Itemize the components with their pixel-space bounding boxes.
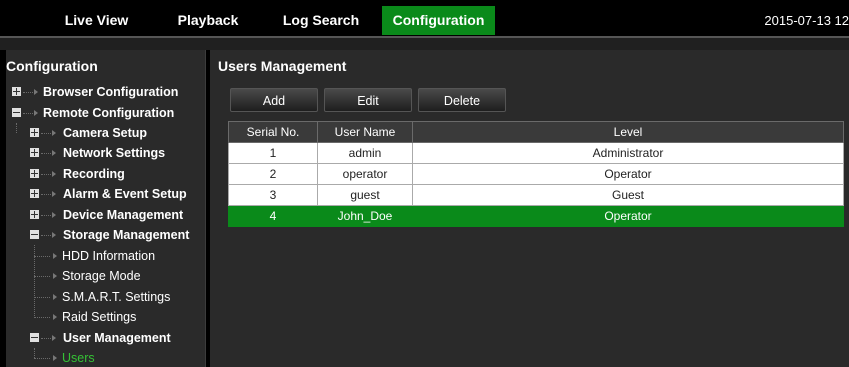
arrow-icon — [34, 110, 38, 116]
top-nav-bar: Live View Playback Log Search Configurat… — [0, 0, 849, 38]
column-header-serial[interactable]: Serial No. — [228, 121, 318, 143]
expand-icon[interactable] — [30, 189, 39, 198]
sidebar-item-label: Camera Setup — [63, 126, 148, 140]
tab-configuration[interactable]: Configuration — [382, 6, 495, 35]
level-cell: Operator — [412, 163, 844, 185]
sidebar-item-label: Raid Settings — [62, 310, 137, 324]
table-row-selected[interactable]: 4 John_Doe Operator — [228, 205, 844, 227]
add-button[interactable]: Add — [230, 88, 318, 112]
arrow-icon — [52, 335, 56, 341]
user-name-cell: operator — [317, 163, 413, 185]
collapse-icon[interactable] — [30, 333, 39, 342]
arrow-icon — [52, 171, 56, 177]
arrow-icon — [53, 273, 57, 279]
page-title: Users Management — [218, 58, 347, 74]
sidebar-item-label: Storage Management — [63, 228, 190, 242]
user-name-cell: guest — [317, 184, 413, 206]
serial-cell: 2 — [228, 163, 318, 185]
level-cell: Administrator — [412, 142, 844, 164]
arrow-icon — [53, 355, 57, 361]
sidebar-item-label: Browser Configuration — [43, 85, 179, 99]
expand-icon[interactable] — [30, 128, 39, 137]
level-cell: Guest — [412, 184, 844, 206]
users-table: Serial No. User Name Level 1 admin Admin… — [228, 121, 844, 227]
sidebar-item-label: Recording — [63, 167, 125, 181]
arrow-icon — [53, 253, 57, 259]
serial-cell: 4 — [228, 205, 318, 227]
expand-icon[interactable] — [12, 87, 21, 96]
datetime-display: 2015-07-13 12 — [764, 13, 849, 28]
column-header-level[interactable]: Level — [412, 121, 844, 143]
delete-button[interactable]: Delete — [418, 88, 506, 112]
arrow-icon — [53, 314, 57, 320]
serial-cell: 3 — [228, 184, 318, 206]
sidebar-item-label: Users — [62, 351, 95, 365]
sidebar-item-label: Network Settings — [63, 146, 166, 160]
collapse-icon[interactable] — [30, 230, 39, 239]
sidebar-item-label: Remote Configuration — [43, 106, 175, 120]
arrow-icon — [52, 232, 56, 238]
tab-live-view[interactable]: Live View — [40, 6, 153, 35]
table-row[interactable]: 2 operator Operator — [228, 163, 844, 185]
sidebar-item-label: S.M.A.R.T. Settings — [62, 290, 171, 304]
sidebar-item-label: Storage Mode — [62, 269, 141, 283]
tab-log-search[interactable]: Log Search — [272, 6, 370, 35]
arrow-icon — [52, 150, 56, 156]
collapse-icon[interactable] — [12, 108, 21, 117]
edit-button[interactable]: Edit — [324, 88, 412, 112]
tab-playback[interactable]: Playback — [168, 6, 248, 35]
sidebar-item-label: User Management — [63, 331, 171, 345]
arrow-icon — [52, 191, 56, 197]
arrow-icon — [52, 212, 56, 218]
expand-icon[interactable] — [30, 210, 39, 219]
level-cell: Operator — [412, 205, 844, 227]
sidebar-item-label: HDD Information — [62, 249, 156, 263]
arrow-icon — [53, 294, 57, 300]
table-row[interactable]: 1 admin Administrator — [228, 142, 844, 164]
tree-connector — [34, 348, 35, 358]
tree-connector — [16, 123, 17, 133]
expand-icon[interactable] — [30, 169, 39, 178]
sidebar-title: Configuration — [6, 58, 98, 74]
expand-icon[interactable] — [30, 148, 39, 157]
user-name-cell: John_Doe — [317, 205, 413, 227]
table-header-row: Serial No. User Name Level — [228, 121, 844, 143]
sidebar-item-label: Alarm & Event Setup — [63, 187, 187, 201]
sidebar-item-label: Device Management — [63, 208, 184, 222]
arrow-icon — [52, 130, 56, 136]
serial-cell: 1 — [228, 142, 318, 164]
arrow-icon — [34, 89, 38, 95]
table-row[interactable]: 3 guest Guest — [228, 184, 844, 206]
column-header-user-name[interactable]: User Name — [317, 121, 413, 143]
user-name-cell: admin — [317, 142, 413, 164]
header-strip — [0, 38, 849, 50]
